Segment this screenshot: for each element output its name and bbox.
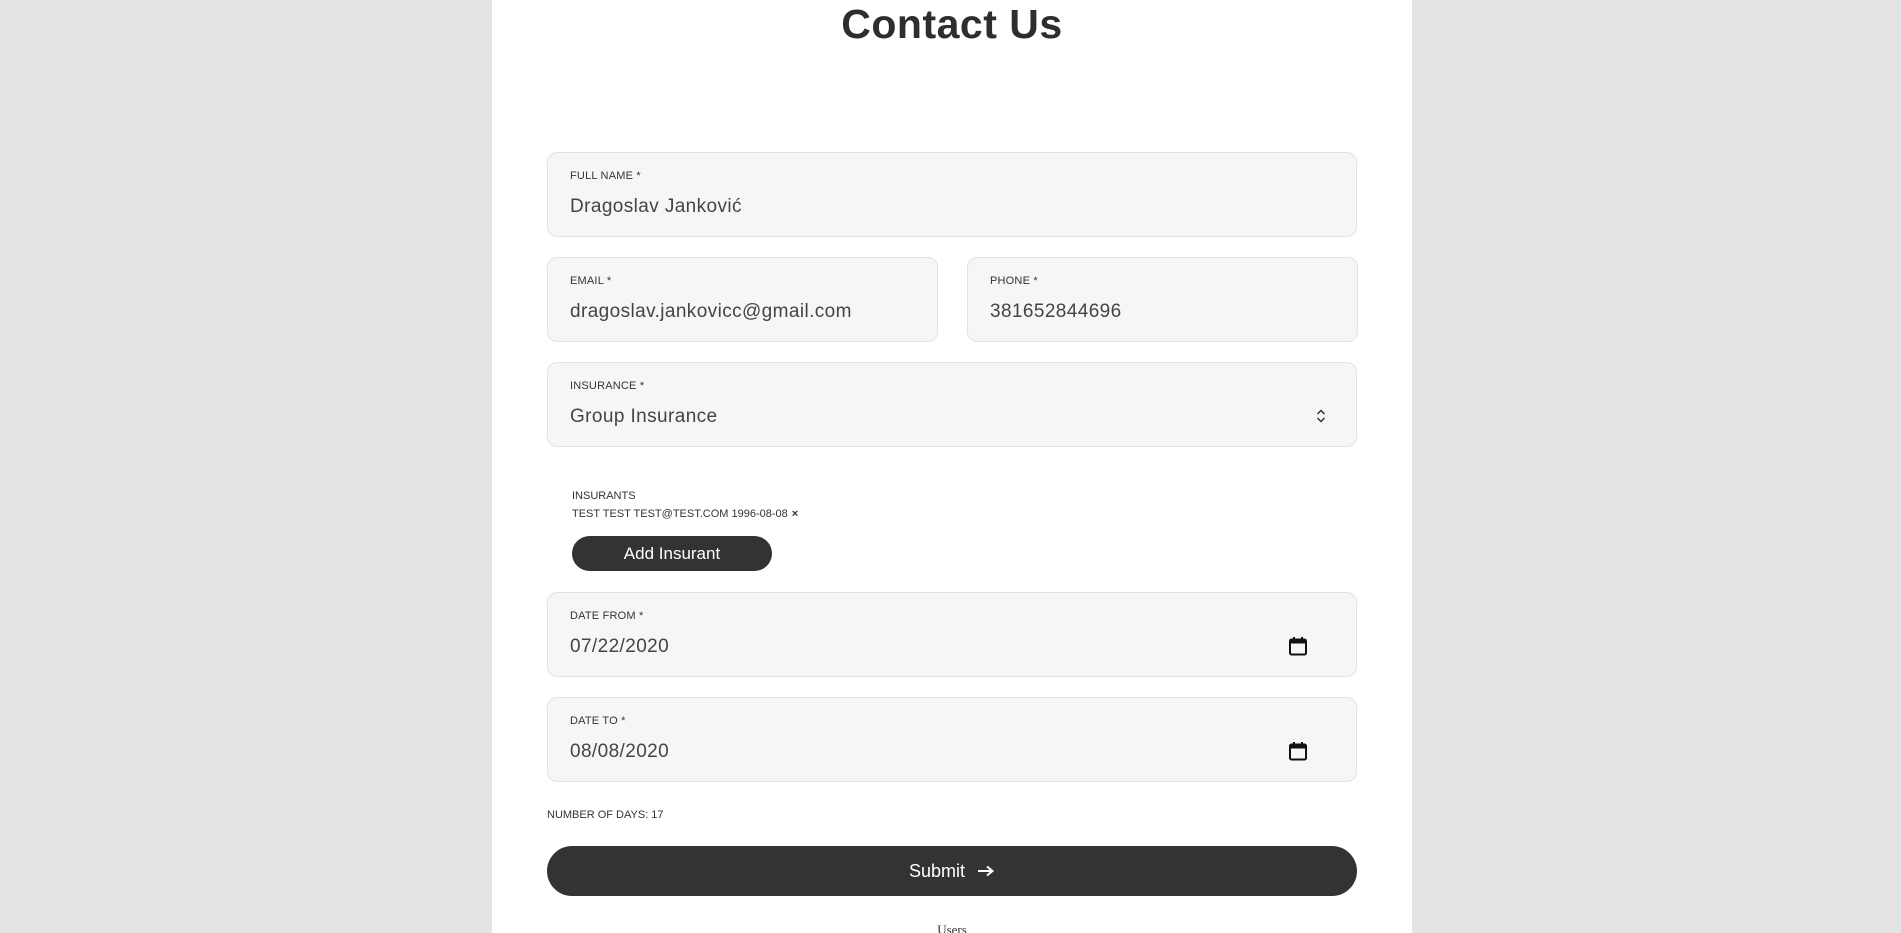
- email-field[interactable]: EMAIL * dragoslav.jankovicc@gmail.com: [547, 257, 938, 342]
- submit-label: Submit: [908, 860, 966, 881]
- add-insurant-button[interactable]: Add Insurant: [572, 536, 772, 571]
- page-title: Contact Us: [841, 1, 1063, 47]
- users-link[interactable]: Users: [492, 922, 1412, 933]
- calendar-icon[interactable]: [1288, 636, 1308, 656]
- full-name-label: FULL NAME *: [570, 170, 641, 182]
- arrow-right-icon: [978, 865, 995, 877]
- date-from-input[interactable]: 07/22/2020: [570, 636, 669, 658]
- insurant-item: TEST TEST TEST@TEST.COM 1996-08-08 ×: [572, 508, 798, 520]
- insurants-label: INSURANTS: [572, 490, 636, 502]
- number-of-days: NUMBER OF DAYS: 17: [547, 809, 664, 821]
- calendar-icon[interactable]: [1288, 741, 1308, 761]
- insurant-text: TEST TEST TEST@TEST.COM 1996-08-08: [572, 508, 788, 520]
- email-input[interactable]: dragoslav.jankovicc@gmail.com: [570, 301, 852, 323]
- insurance-label: INSURANCE *: [570, 380, 645, 392]
- date-to-input[interactable]: 08/08/2020: [570, 741, 669, 763]
- date-from-field[interactable]: DATE FROM * 07/22/2020: [547, 592, 1357, 677]
- insurance-select[interactable]: INSURANCE * Group Insurance: [547, 362, 1357, 447]
- email-label: EMAIL *: [570, 275, 612, 287]
- insurants-section: INSURANTS TEST TEST TEST@TEST.COM 1996-0…: [572, 490, 798, 520]
- submit-button[interactable]: Submit: [547, 846, 1357, 896]
- contact-panel: Contact Us FULL NAME * Dragoslav Jankovi…: [492, 0, 1412, 933]
- chevron-up-down-icon[interactable]: [1316, 407, 1326, 425]
- date-from-label: DATE FROM *: [570, 610, 644, 622]
- insurance-selected-value[interactable]: Group Insurance: [570, 406, 718, 428]
- full-name-input[interactable]: Dragoslav Janković: [570, 196, 742, 218]
- phone-field[interactable]: PHONE * 381652844696: [967, 257, 1358, 342]
- full-name-field[interactable]: FULL NAME * Dragoslav Janković: [547, 152, 1357, 237]
- date-to-field[interactable]: DATE TO * 08/08/2020: [547, 697, 1357, 782]
- phone-input[interactable]: 381652844696: [990, 301, 1122, 323]
- close-icon[interactable]: ×: [792, 508, 798, 520]
- phone-label: PHONE *: [990, 275, 1038, 287]
- date-to-label: DATE TO *: [570, 715, 626, 727]
